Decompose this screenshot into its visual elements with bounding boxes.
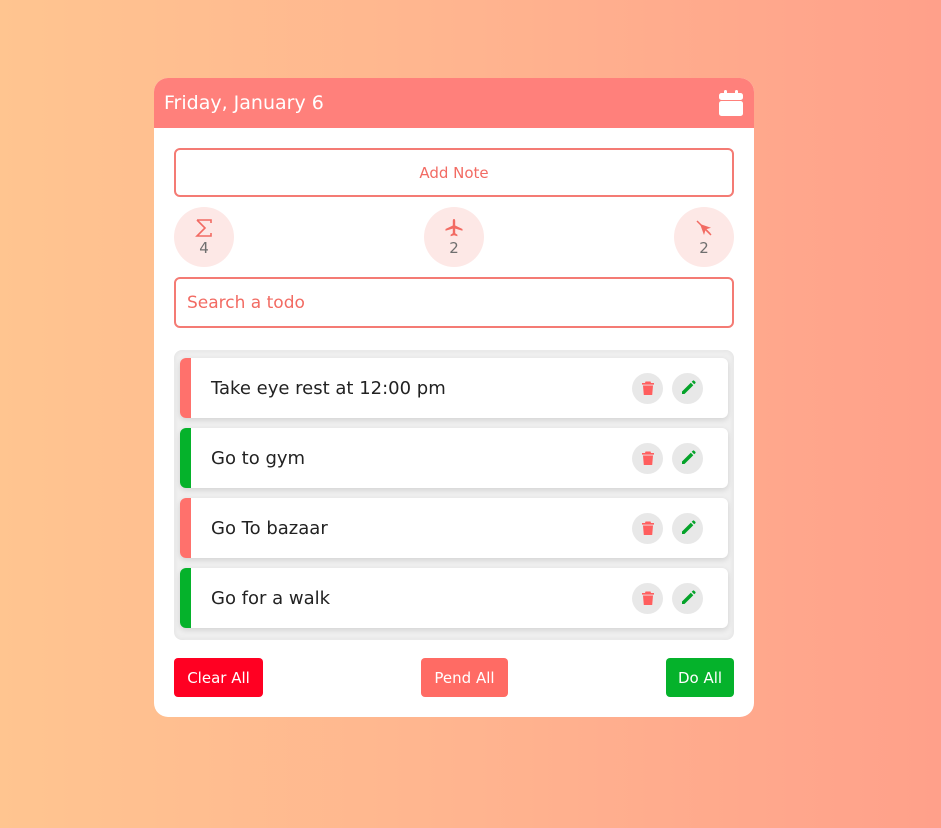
todo-item[interactable]: Go for a walk bbox=[180, 568, 728, 628]
pencil-icon bbox=[681, 590, 696, 604]
trash-icon bbox=[641, 451, 654, 465]
status-bar bbox=[180, 568, 191, 628]
todo-card: Friday, January 6 Add Note 4 2 2 Search … bbox=[154, 78, 754, 717]
todo-text: Go for a walk bbox=[211, 587, 331, 609]
todo-text: Go to gym bbox=[211, 447, 306, 469]
trash-icon bbox=[641, 591, 654, 605]
search-input[interactable] bbox=[174, 277, 734, 328]
todo-item[interactable]: Go To bazaar bbox=[180, 498, 728, 558]
clear-all-button[interactable]: Clear All bbox=[174, 658, 263, 697]
card-header: Friday, January 6 bbox=[154, 78, 754, 128]
stat-total-count: 4 bbox=[199, 238, 209, 257]
calendar-icon[interactable] bbox=[719, 90, 743, 116]
stat-pending-count: 2 bbox=[449, 238, 459, 257]
todo-text: Take eye rest at 12:00 pm bbox=[211, 377, 446, 399]
edit-button[interactable] bbox=[672, 442, 703, 474]
delete-button[interactable] bbox=[632, 442, 663, 474]
plane-icon bbox=[445, 218, 463, 236]
edit-button[interactable] bbox=[672, 512, 703, 544]
stat-pending[interactable]: 2 bbox=[424, 207, 484, 267]
stat-done-count: 2 bbox=[699, 238, 709, 257]
pend-all-button[interactable]: Pend All bbox=[421, 658, 508, 697]
stat-total[interactable]: 4 bbox=[174, 207, 234, 267]
status-bar bbox=[180, 498, 191, 558]
todo-item[interactable]: Take eye rest at 12:00 pm bbox=[180, 358, 728, 418]
pencil-icon bbox=[681, 520, 696, 534]
todo-item[interactable]: Go to gym bbox=[180, 428, 728, 488]
do-all-button[interactable]: Do All bbox=[666, 658, 734, 697]
sigma-icon bbox=[195, 218, 212, 237]
trash-icon bbox=[641, 381, 654, 395]
delete-button[interactable] bbox=[632, 582, 663, 614]
plane-off-icon bbox=[696, 219, 712, 236]
trash-icon bbox=[641, 521, 654, 535]
status-bar bbox=[180, 358, 191, 418]
stat-done[interactable]: 2 bbox=[674, 207, 734, 267]
todo-list: Take eye rest at 12:00 pm Go to gym Go T… bbox=[174, 350, 734, 640]
status-bar bbox=[180, 428, 191, 488]
date-title: Friday, January 6 bbox=[164, 92, 324, 114]
todo-text: Go To bazaar bbox=[211, 517, 328, 539]
pencil-icon bbox=[681, 450, 696, 464]
add-note-button[interactable]: Add Note bbox=[174, 148, 734, 197]
delete-button[interactable] bbox=[632, 512, 663, 544]
edit-button[interactable] bbox=[672, 372, 703, 404]
pencil-icon bbox=[681, 380, 696, 394]
edit-button[interactable] bbox=[672, 582, 703, 614]
delete-button[interactable] bbox=[632, 372, 663, 404]
